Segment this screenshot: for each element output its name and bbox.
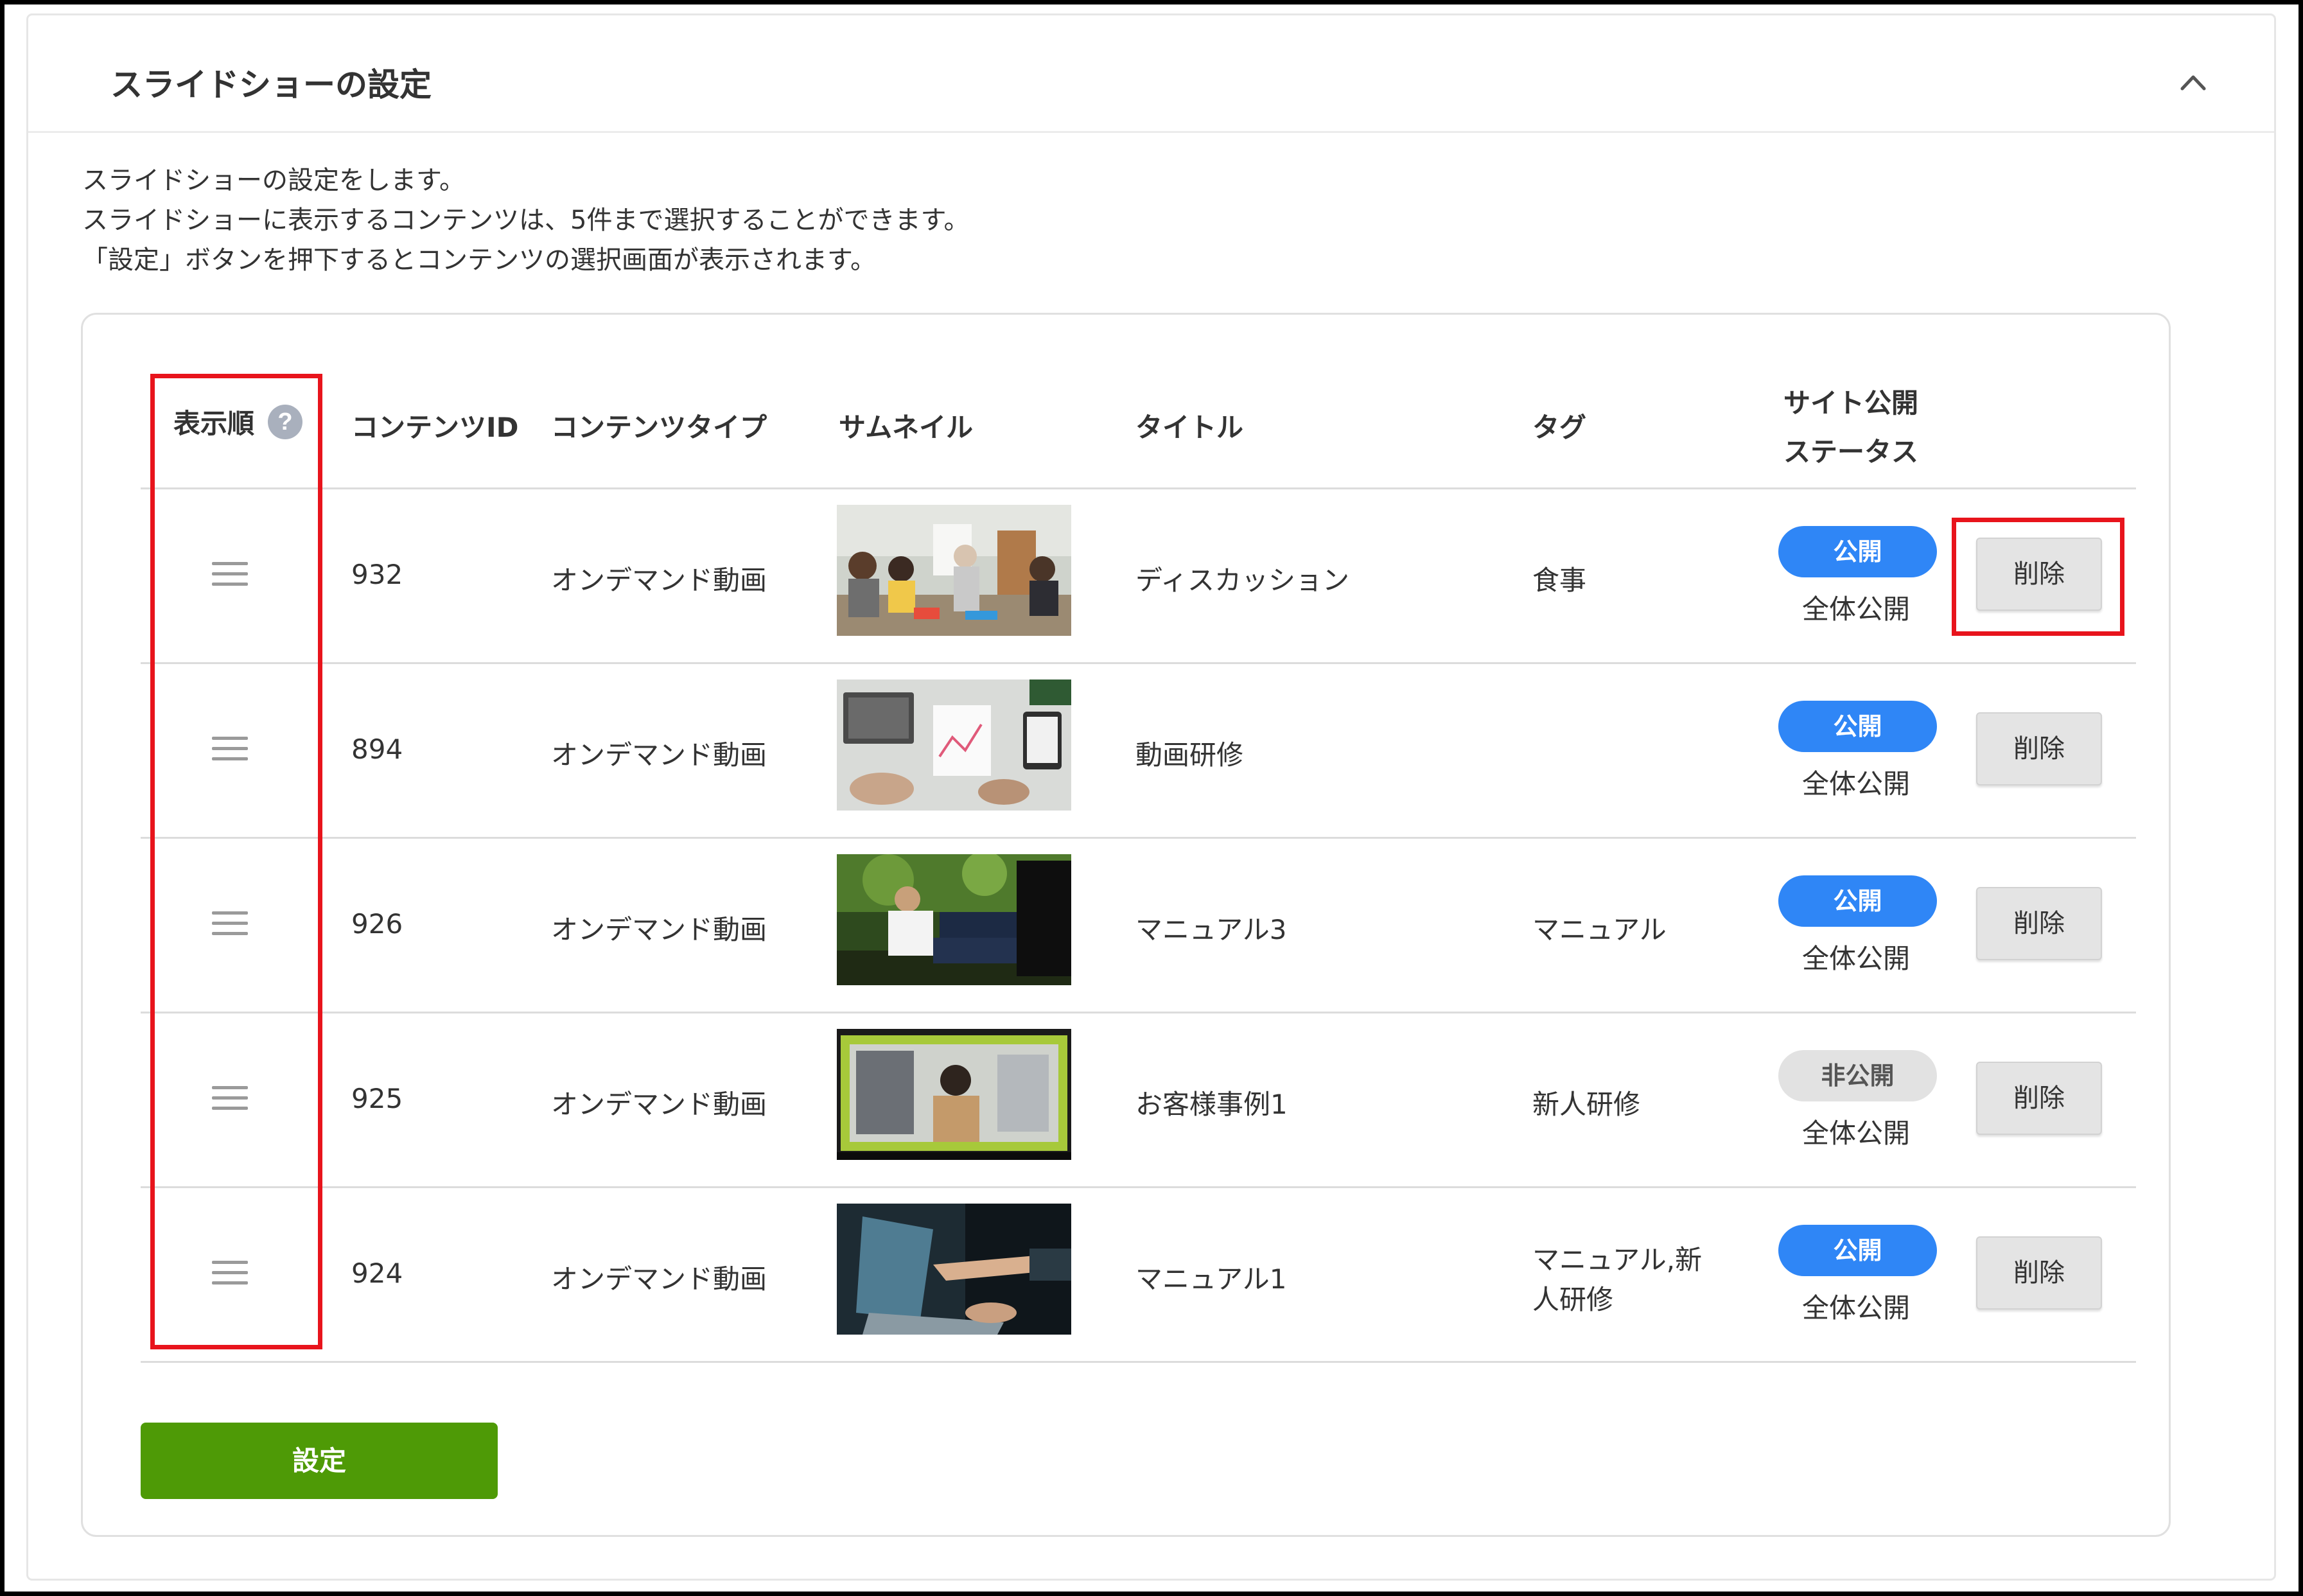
content-id: 924 <box>351 1258 403 1289</box>
header-status-line2: ステータス <box>1783 436 1919 468</box>
content-type: オンデマンド動画 <box>551 1263 767 1295</box>
delete-button[interactable]: 削除 <box>1976 887 2102 960</box>
thumbnail-image <box>837 854 1071 985</box>
row-divider <box>141 1186 2136 1188</box>
set-button[interactable]: 設定 <box>141 1423 498 1499</box>
content-id: 894 <box>351 733 403 765</box>
publish-scope: 全体公開 <box>1802 1292 1911 1324</box>
row-divider <box>141 1361 2136 1363</box>
header-title: タイトル <box>1135 412 1244 443</box>
thumbnail-image <box>837 505 1071 636</box>
thumbnail-image <box>837 1204 1071 1335</box>
header-tag: タグ <box>1532 412 1587 443</box>
delete-button[interactable]: 削除 <box>1976 1062 2102 1135</box>
publish-scope: 全体公開 <box>1802 1118 1911 1149</box>
description-line-2: スライドショーに表示するコンテンツは、5件まで選択することができます。 <box>82 206 970 235</box>
publish-scope: 全体公開 <box>1802 768 1911 800</box>
header-content-id: コンテンツID <box>351 412 519 443</box>
thumbnail-image <box>837 680 1071 811</box>
content-tag-continued: 人研修 <box>1532 1284 1614 1315</box>
highlight-order-column <box>150 374 322 1349</box>
content-type: オンデマンド動画 <box>551 565 767 596</box>
content-title: マニュアル1 <box>1135 1263 1287 1295</box>
status-badge: 公開 <box>1778 875 1937 927</box>
highlight-delete-button <box>1952 518 2124 636</box>
delete-button[interactable]: 削除 <box>1976 1236 2102 1310</box>
content-type: オンデマンド動画 <box>551 914 767 945</box>
status-badge: 公開 <box>1778 701 1937 752</box>
content-tag: 食事 <box>1532 565 1587 596</box>
description-line-1: スライドショーの設定をします。 <box>82 166 465 195</box>
panel-title: スライドショーの設定 <box>110 66 432 103</box>
content-id: 925 <box>351 1083 403 1114</box>
header-status-line1: サイト公開 <box>1783 387 1919 419</box>
publish-scope: 全体公開 <box>1802 593 1911 625</box>
content-title: お客様事例1 <box>1135 1089 1288 1120</box>
content-type: オンデマンド動画 <box>551 739 767 771</box>
content-tag: マニュアル <box>1532 914 1667 945</box>
row-divider <box>141 1012 2136 1013</box>
content-id: 932 <box>351 559 403 590</box>
content-title: マニュアル3 <box>1135 914 1287 945</box>
header-content-type: コンテンツタイプ <box>551 412 767 443</box>
status-badge: 公開 <box>1778 526 1937 577</box>
delete-button[interactable]: 削除 <box>1976 712 2102 785</box>
description-line-3: 「設定」ボタンを押下するとコンテンツの選択画面が表示されます。 <box>82 245 876 275</box>
row-divider <box>141 837 2136 839</box>
panel-header-divider <box>28 131 2274 133</box>
content-tag: マニュアル,新 <box>1532 1244 1703 1276</box>
chevron-up-icon[interactable] <box>2180 69 2207 96</box>
thumbnail-image <box>837 1029 1071 1160</box>
header-thumbnail: サムネイル <box>839 412 974 443</box>
content-tag: 新人研修 <box>1532 1089 1641 1120</box>
content-title: ディスカッション <box>1135 565 1350 596</box>
row-divider <box>141 662 2136 664</box>
status-badge: 非公開 <box>1778 1050 1937 1101</box>
publish-scope: 全体公開 <box>1802 943 1911 974</box>
content-id: 926 <box>351 908 403 940</box>
header-divider <box>141 487 2136 489</box>
status-badge: 公開 <box>1778 1225 1937 1276</box>
content-title: 動画研修 <box>1135 739 1244 771</box>
content-type: オンデマンド動画 <box>551 1089 767 1120</box>
